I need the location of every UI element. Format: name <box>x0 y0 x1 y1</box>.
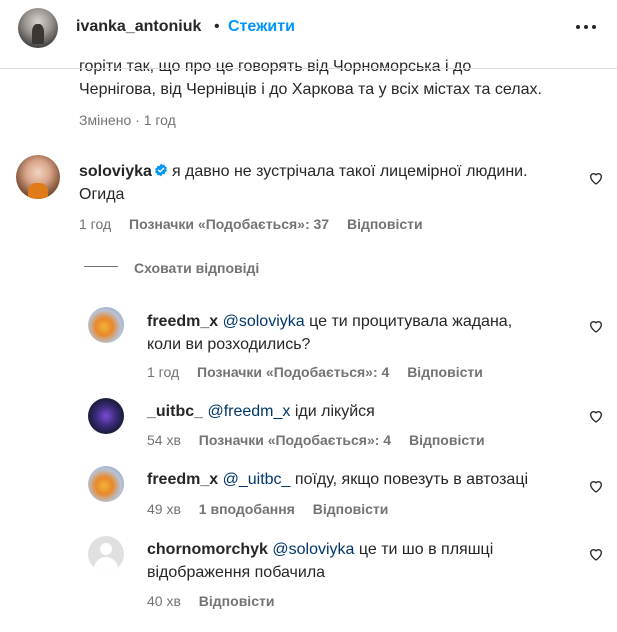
avatar[interactable] <box>16 155 60 199</box>
reply-text: коли ви розходились? <box>147 336 311 353</box>
reply-username[interactable]: _uitbc_ <box>147 403 203 420</box>
header-divider <box>0 68 617 69</box>
comment-text: я давно не зустрічала такої лицемірної л… <box>171 163 528 180</box>
reply-mention[interactable]: @_uitbc_ <box>223 471 291 488</box>
header-separator: • <box>214 18 220 35</box>
reply-mention[interactable]: @soloviyka <box>272 541 354 558</box>
caption-meta: Змінено · 1 год <box>79 112 176 128</box>
comment-meta: 1 год Позначки «Подобається»: 37 Відпові… <box>79 216 423 232</box>
edited-label: Змінено <box>79 112 132 128</box>
avatar[interactable] <box>88 536 124 572</box>
reply-meta: 1 год Позначки «Подобається»: 4 Відповіс… <box>147 364 483 380</box>
likes-count[interactable]: Позначки «Подобається»: 4 <box>197 364 389 380</box>
avatar[interactable] <box>88 466 124 502</box>
verified-badge-icon <box>155 163 167 177</box>
comment-time: 1 год <box>79 216 112 232</box>
follow-button[interactable]: Стежити <box>228 18 295 36</box>
like-heart-icon[interactable] <box>588 170 604 186</box>
caption-time: 1 год <box>143 112 176 128</box>
reply-text: іди лікуйся <box>294 403 375 420</box>
like-heart-icon[interactable] <box>588 408 604 424</box>
hide-replies-line <box>84 266 118 267</box>
reply-time: 54 хв <box>147 432 181 448</box>
reply-body: _uitbc_ @freedm_x іди лікуйся <box>147 400 567 423</box>
reply-username[interactable]: freedm_x <box>147 313 218 330</box>
reply-time: 40 хв <box>147 593 181 609</box>
reply-mention[interactable]: @freedm_x <box>207 403 290 420</box>
header-avatar[interactable] <box>18 8 58 48</box>
reply-mention[interactable]: @soloviyka <box>223 313 305 330</box>
reply-button[interactable]: Відповісти <box>199 593 275 609</box>
caption-line: Чернігова, від Чернівців і до Харкова та… <box>79 81 542 98</box>
reply-body: chornomorchyk @soloviyka це ти шо в пляш… <box>147 538 567 584</box>
reply-meta: 40 хв Відповісти <box>147 593 274 609</box>
likes-count[interactable]: Позначки «Подобається»: 4 <box>199 432 391 448</box>
hide-replies-button[interactable]: Сховати відповіді <box>134 260 259 276</box>
avatar[interactable] <box>88 307 124 343</box>
reply-button[interactable]: Відповісти <box>407 364 483 380</box>
comment-text: Огида <box>79 186 125 203</box>
reply-text: поїду, якщо повезуть в автозаці <box>294 471 529 488</box>
more-horizontal-icon[interactable] <box>574 16 600 36</box>
header-username[interactable]: ivanka_antoniuk <box>76 18 201 36</box>
caption-text: горіти так, що про це говорять від Чорно… <box>79 55 599 101</box>
reply-username[interactable]: freedm_x <box>147 471 218 488</box>
reply-meta: 49 хв 1 вподобання Відповісти <box>147 501 388 517</box>
post-header: ivanka_antoniuk • Стежити <box>0 0 617 59</box>
like-heart-icon[interactable] <box>588 478 604 494</box>
reply-username[interactable]: chornomorchyk <box>147 541 268 558</box>
reply-time: 1 год <box>147 364 180 380</box>
reply-button[interactable]: Відповісти <box>347 216 423 232</box>
like-heart-icon[interactable] <box>588 546 604 562</box>
comment-username[interactable]: soloviyka <box>79 163 152 180</box>
reply-text: відображення побачила <box>147 564 326 581</box>
reply-text: це ти шо в пляшці <box>358 541 494 558</box>
reply-button[interactable]: Відповісти <box>313 501 389 517</box>
reply-body: freedm_x @_uitbc_ поїду, якщо повезуть в… <box>147 468 567 491</box>
reply-body: freedm_x @soloviyka це ти процитувала жа… <box>147 310 567 356</box>
avatar[interactable] <box>88 398 124 434</box>
reply-button[interactable]: Відповісти <box>409 432 485 448</box>
likes-count[interactable]: 1 вподобання <box>199 501 295 517</box>
like-heart-icon[interactable] <box>588 318 604 334</box>
reply-text: це ти процитувала жадана, <box>309 313 513 330</box>
reply-time: 49 хв <box>147 501 181 517</box>
reply-meta: 54 хв Позначки «Подобається»: 4 Відповіс… <box>147 432 485 448</box>
comment-body: soloviyka я давно не зустрічала такої лиц… <box>79 160 579 206</box>
likes-count[interactable]: Позначки «Подобається»: 37 <box>129 216 329 232</box>
meta-separator: · <box>135 112 140 128</box>
